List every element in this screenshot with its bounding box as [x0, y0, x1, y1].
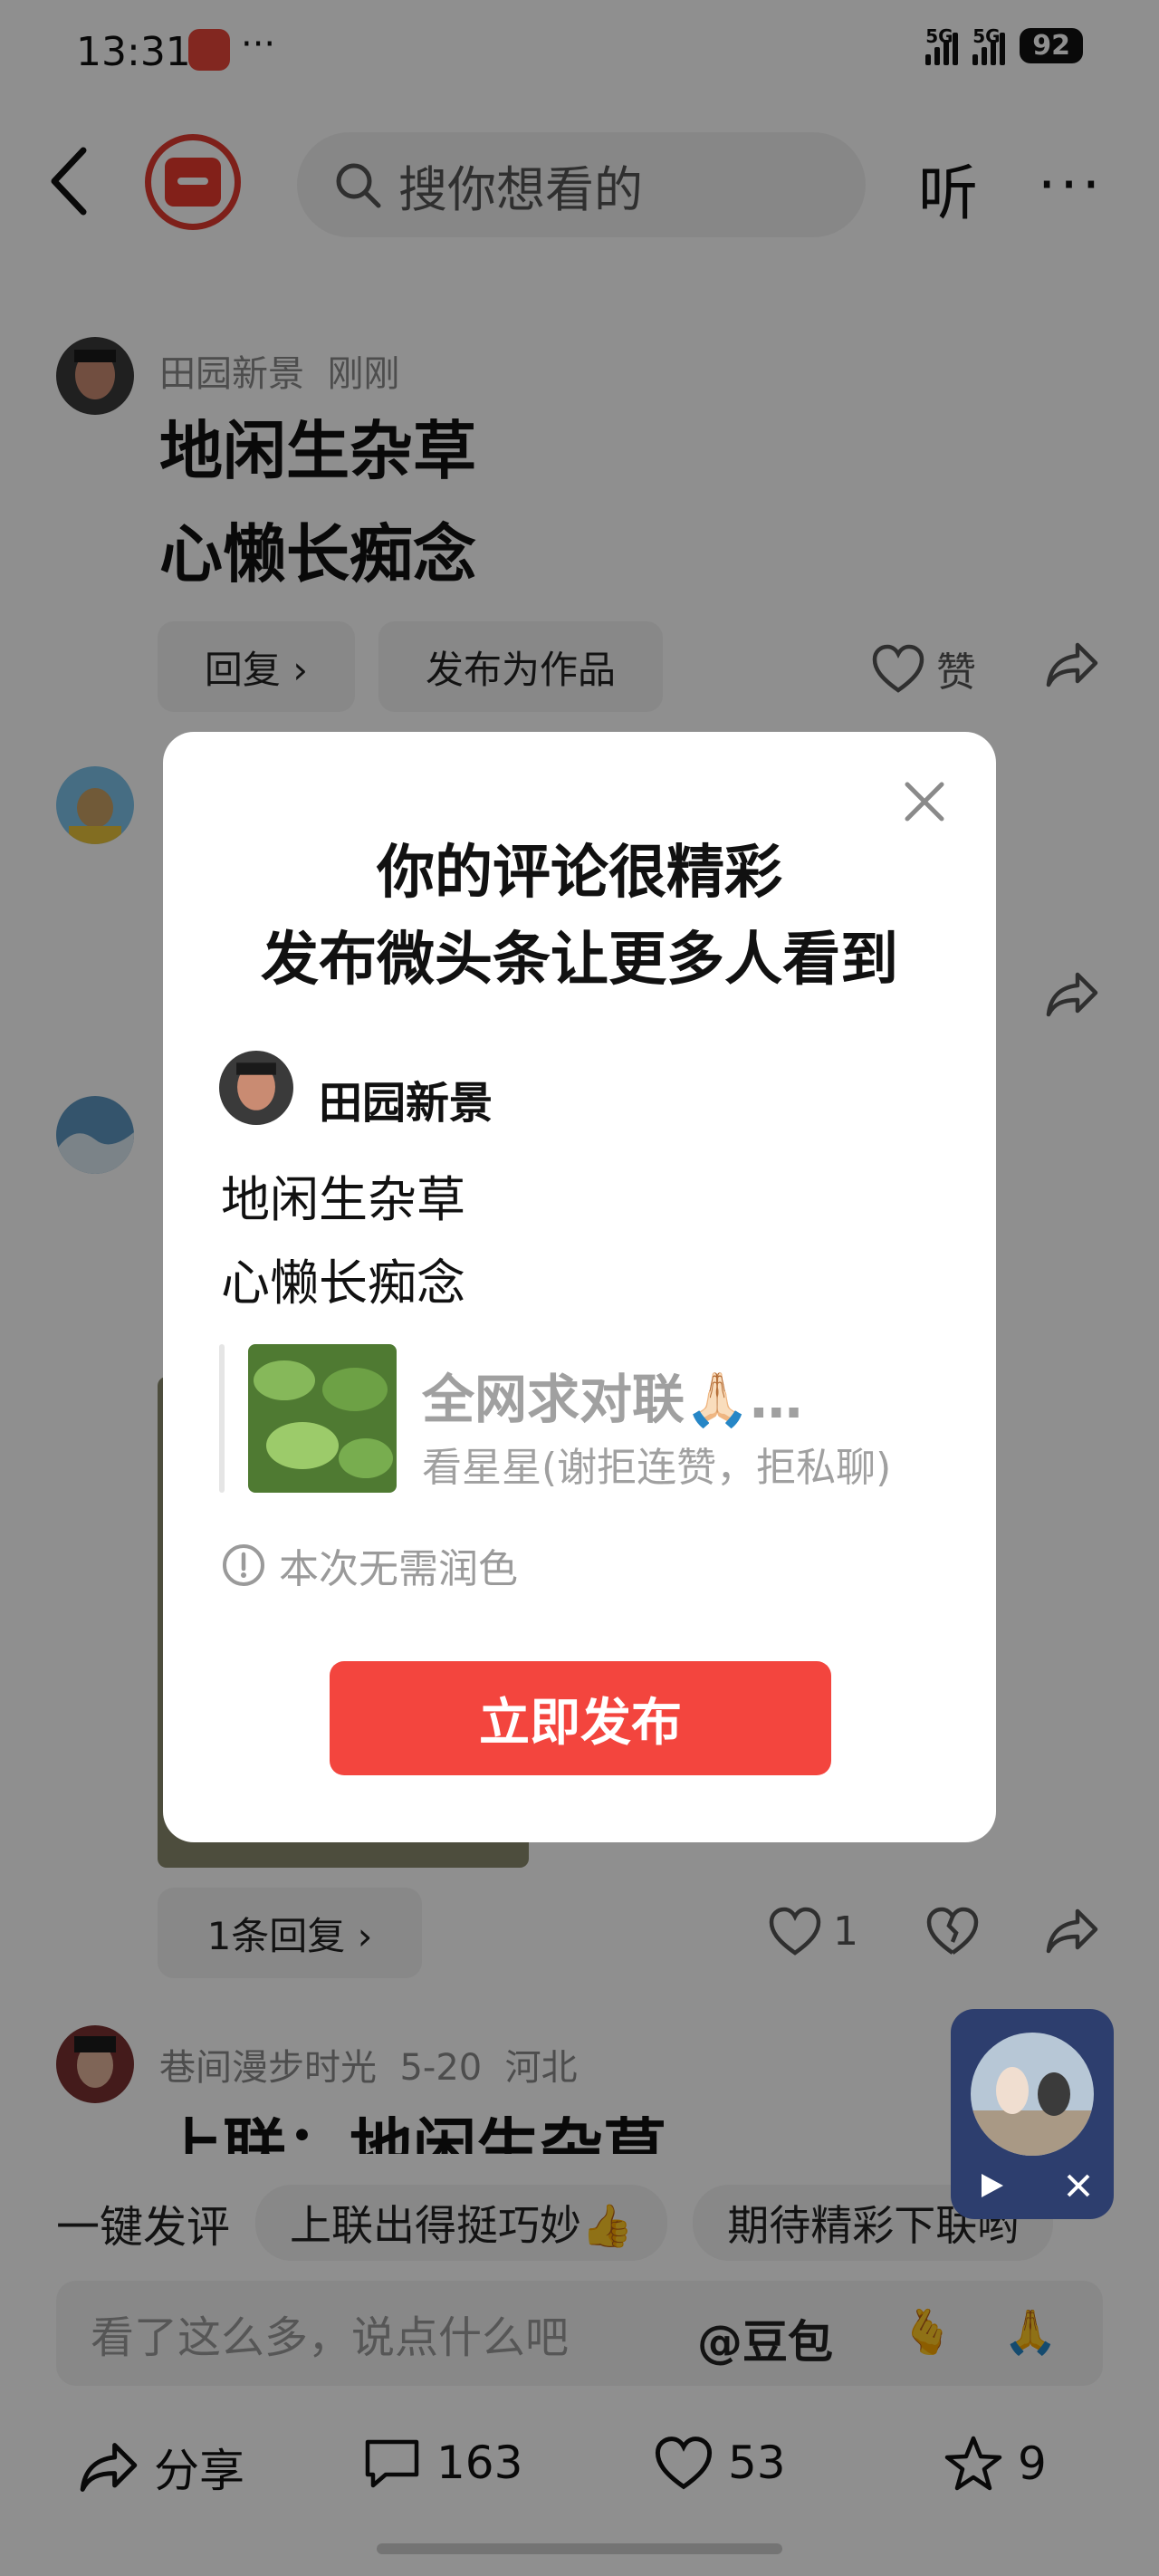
player-thumbnail[interactable]: [971, 2033, 1094, 2156]
avatar: [219, 1051, 293, 1125]
no-polish-hint: 本次无需润色: [221, 1536, 518, 1594]
dialog-comment-line: 地闲生杂草: [221, 1171, 465, 1228]
dialog-title-line1: 你的评论很精彩: [377, 840, 782, 907]
quote-divider: [219, 1344, 225, 1493]
dialog-title-line2: 发布微头条让更多人看到: [261, 927, 898, 994]
quote-thumbnail: [248, 1344, 397, 1493]
dialog-comment-line: 心懒长痴念: [221, 1254, 465, 1312]
publish-dialog: 你的评论很精彩 发布微头条让更多人看到 田园新景 地闲生杂草 心懒长痴念 全网求…: [163, 732, 996, 1842]
quoted-post-title: 全网求对联🙏🏻…: [422, 1369, 803, 1430]
floating-player[interactable]: [951, 2009, 1114, 2219]
close-icon[interactable]: [902, 779, 947, 824]
hint-text: 本次无需润色: [279, 1546, 518, 1592]
play-icon[interactable]: [976, 2170, 1007, 2201]
close-icon[interactable]: [1065, 2172, 1092, 2199]
dialog-author-name: 田园新景: [319, 1078, 493, 1129]
info-icon: [223, 1544, 264, 1586]
publish-now-button[interactable]: 立即发布: [330, 1661, 831, 1775]
quoted-post-subtitle: 看星星(谢拒连赞，拒私聊): [422, 1445, 892, 1491]
